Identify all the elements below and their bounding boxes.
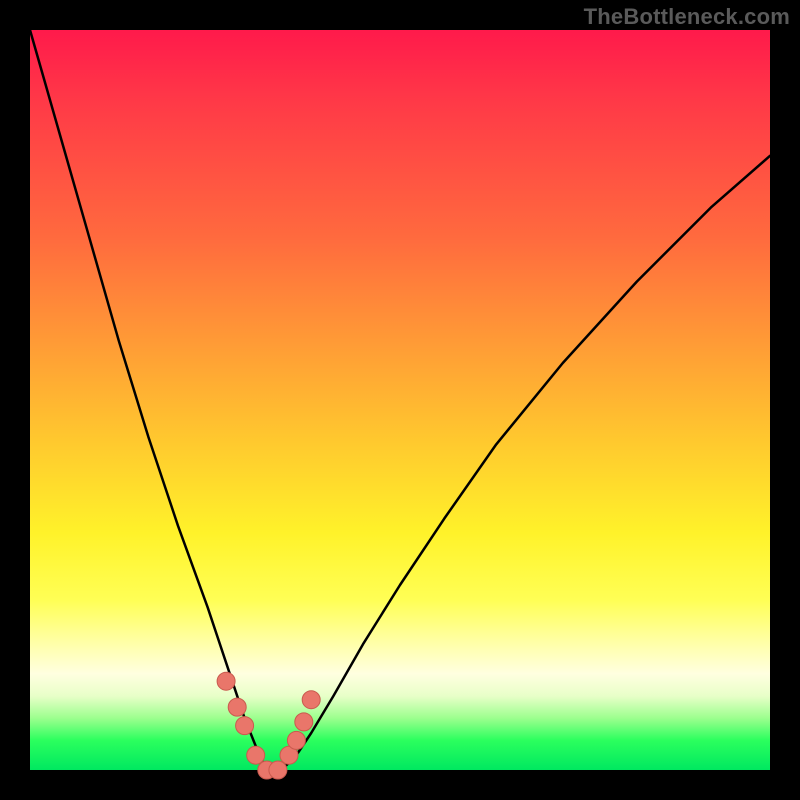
bottleneck-curve bbox=[30, 30, 770, 770]
marker-point bbox=[247, 746, 265, 764]
marker-point bbox=[302, 691, 320, 709]
watermark-text: TheBottleneck.com bbox=[584, 4, 790, 30]
marker-point bbox=[295, 713, 313, 731]
chart-frame: TheBottleneck.com bbox=[0, 0, 800, 800]
marker-point bbox=[228, 698, 246, 716]
chart-plot-area bbox=[30, 30, 770, 770]
highlighted-markers bbox=[217, 672, 320, 779]
curve-layer bbox=[30, 30, 770, 770]
marker-point bbox=[217, 672, 235, 690]
marker-point bbox=[269, 761, 287, 779]
marker-point bbox=[287, 731, 305, 749]
marker-point bbox=[236, 717, 254, 735]
